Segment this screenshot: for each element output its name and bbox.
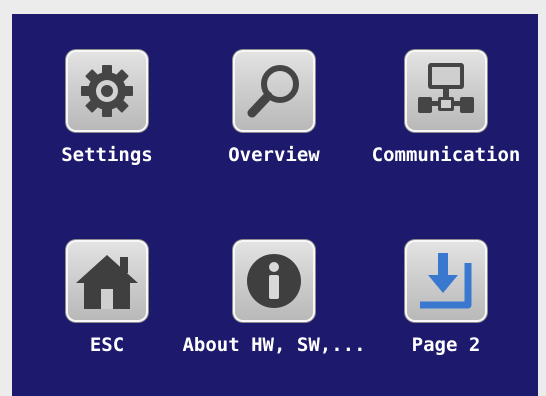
network-icon: [418, 63, 474, 113]
communication-button[interactable]: [405, 50, 487, 132]
page-2-label: Page 2: [411, 334, 481, 356]
esc-button[interactable]: [66, 240, 148, 322]
home-icon: [76, 255, 138, 309]
main-menu: Settings Overview Communication ESC Abou…: [12, 14, 538, 396]
about-button[interactable]: [233, 240, 315, 322]
overview-button[interactable]: [233, 50, 315, 132]
menu-tile-page-2[interactable]: Page 2: [371, 240, 521, 390]
info-icon: [247, 254, 301, 308]
settings-button[interactable]: [66, 50, 148, 132]
communication-label: Communication: [371, 144, 521, 166]
page-down-icon: [420, 253, 472, 309]
menu-tile-overview[interactable]: Overview: [199, 50, 349, 200]
overview-label: Overview: [228, 144, 320, 166]
menu-tile-esc[interactable]: ESC: [32, 240, 182, 390]
esc-label: ESC: [89, 334, 125, 356]
about-label: About HW, SW,...: [182, 334, 366, 356]
magnifier-icon: [247, 65, 299, 118]
settings-label: Settings: [61, 144, 153, 166]
gear-icon: [81, 65, 133, 117]
menu-tile-communication[interactable]: Communication: [371, 50, 521, 200]
menu-tile-about[interactable]: About HW, SW,...: [182, 240, 366, 390]
page-2-button[interactable]: [405, 240, 487, 322]
menu-tile-settings[interactable]: Settings: [32, 50, 182, 200]
